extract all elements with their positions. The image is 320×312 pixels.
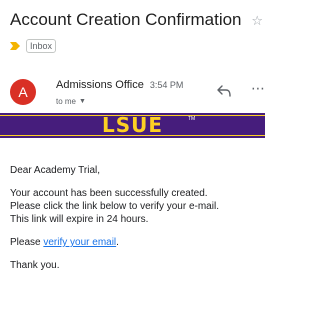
importance-marker-icon[interactable] <box>10 41 20 51</box>
subject-row: Account Creation Confirmation ☆ <box>10 10 265 34</box>
email-paragraph: Your account has been successfully creat… <box>10 187 262 226</box>
chevron-down-icon: ▼ <box>79 98 86 105</box>
reply-icon[interactable] <box>217 85 231 97</box>
sender-block: Admissions Office 3:54 PM to me ▼ <box>56 79 183 106</box>
star-icon[interactable]: ☆ <box>251 13 263 29</box>
label-row: Inbox <box>10 38 57 54</box>
verify-suffix: . <box>116 237 119 248</box>
sender-name[interactable]: Admissions Office <box>56 79 144 91</box>
paragraph-line: Please click the link below to verify yo… <box>10 201 219 212</box>
sender-avatar[interactable]: A <box>10 79 36 105</box>
logo-trademark: TM <box>188 116 196 122</box>
paragraph-line: Your account has been successfully creat… <box>10 188 208 199</box>
verify-prefix: Please <box>10 237 44 248</box>
more-options-icon[interactable]: ⋯ <box>251 80 266 97</box>
email-subject: Account Creation Confirmation <box>10 10 242 29</box>
recipient-label: to me <box>56 97 77 106</box>
email-greeting: Dear Academy Trial, <box>10 165 101 176</box>
university-banner: LSUE TM <box>0 113 265 138</box>
email-closing: Thank you. <box>10 260 60 271</box>
university-logo: LSUE <box>101 113 164 137</box>
verify-paragraph: Please verify your email. <box>10 236 262 249</box>
recipient-details-toggle[interactable]: to me ▼ <box>56 97 183 106</box>
inbox-label-chip[interactable]: Inbox <box>26 39 57 53</box>
email-time: 3:54 PM <box>149 80 184 90</box>
paragraph-line: This link will expire in 24 hours. <box>10 214 149 225</box>
email-body: Dear Academy Trial, Your account has bee… <box>10 164 262 282</box>
verify-email-link[interactable]: verify your email <box>43 237 116 248</box>
